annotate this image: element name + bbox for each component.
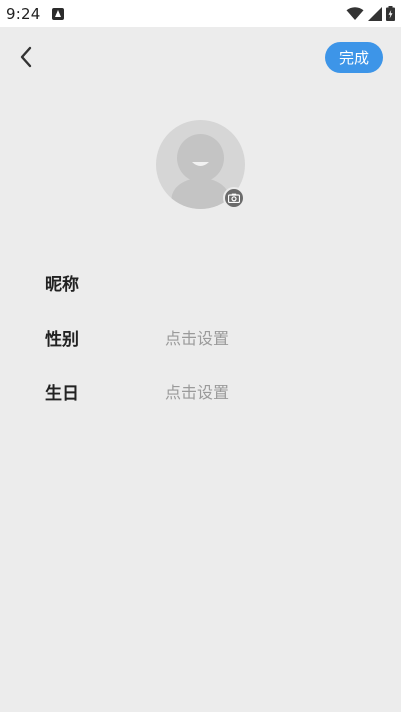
nickname-label: 昵称 — [45, 275, 79, 295]
back-button[interactable] — [12, 43, 40, 71]
status-icons — [346, 6, 395, 21]
signal-icon — [368, 6, 382, 21]
birthday-label: 生日 — [45, 384, 79, 404]
birthday-value[interactable]: 点击设置 — [165, 379, 229, 403]
avatar-upload[interactable] — [156, 120, 246, 210]
gender-row[interactable]: 性别 点击设置 — [0, 317, 401, 353]
gender-value[interactable]: 点击设置 — [165, 325, 229, 349]
app-notification-icon — [52, 7, 65, 20]
done-button[interactable]: 完成 — [325, 42, 383, 73]
top-bar: 完成 — [0, 27, 401, 89]
birthday-row[interactable]: 生日 点击设置 — [0, 371, 401, 407]
battery-icon — [386, 6, 395, 21]
camera-badge — [223, 187, 245, 209]
status-bar: 9:24 — [0, 0, 401, 27]
gender-label: 性别 — [45, 330, 79, 350]
camera-icon — [228, 193, 240, 203]
wifi-icon — [346, 6, 364, 20]
nickname-row[interactable]: 昵称 — [0, 262, 401, 298]
chevron-left-icon — [20, 46, 32, 68]
status-time: 9:24 — [6, 4, 41, 23]
